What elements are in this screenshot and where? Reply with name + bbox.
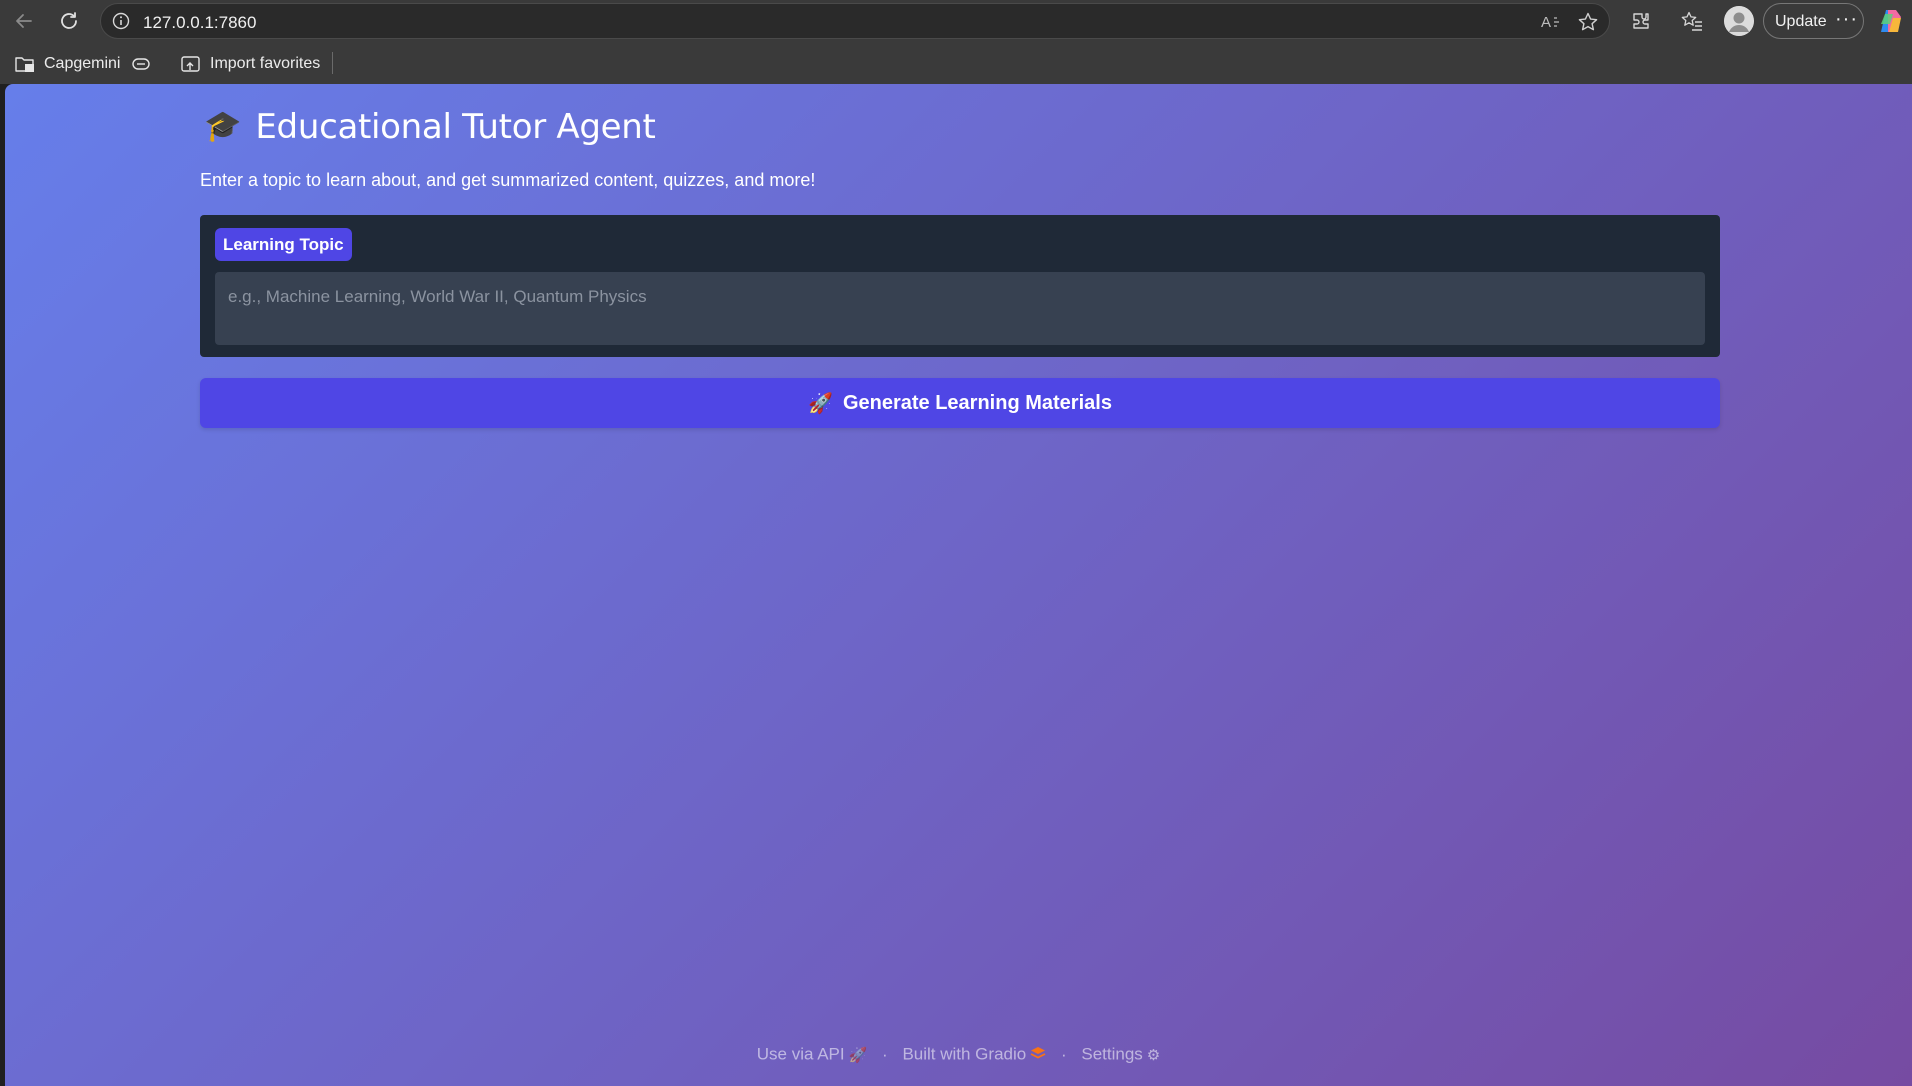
browser-toolbar: 127.0.0.1:7860 A Update ··· bbox=[0, 0, 1912, 42]
api-link-label: Use via API bbox=[756, 1044, 845, 1064]
gradio-link-label: Built with Gradio bbox=[902, 1044, 1027, 1064]
gear-icon: ⚙ bbox=[1146, 1046, 1161, 1064]
footer-separator: · bbox=[882, 1044, 888, 1064]
bookmark-capgemini[interactable]: Capgemini bbox=[14, 52, 120, 76]
site-info-icon[interactable] bbox=[111, 11, 131, 36]
import-icon bbox=[181, 56, 200, 72]
collections-icon bbox=[132, 58, 150, 70]
favorite-star-icon[interactable] bbox=[1576, 11, 1600, 33]
generate-button-label: Generate Learning Materials bbox=[842, 391, 1112, 414]
bookmark-label: Import favorites bbox=[210, 55, 321, 72]
back-icon[interactable] bbox=[8, 5, 40, 37]
topic-label: Learning Topic bbox=[215, 228, 352, 261]
generate-button[interactable]: 🚀 Generate Learning Materials bbox=[200, 378, 1720, 428]
page-subtitle: Enter a topic to learn about, and get su… bbox=[200, 170, 816, 190]
svg-text:A: A bbox=[1541, 14, 1551, 31]
address-bar[interactable]: 127.0.0.1:7860 A bbox=[100, 3, 1610, 39]
favorites-icon[interactable] bbox=[1676, 5, 1708, 37]
settings-link[interactable]: Settings ⚙ bbox=[1081, 1044, 1161, 1064]
page-title: Educational Tutor Agent bbox=[255, 107, 656, 147]
rocket-icon: 🚀 bbox=[848, 1046, 868, 1064]
update-label: Update bbox=[1775, 13, 1827, 30]
bookmarks-divider bbox=[332, 52, 333, 74]
update-button[interactable]: Update ··· bbox=[1763, 3, 1864, 39]
use-via-api-link[interactable]: Use via API 🚀 bbox=[756, 1044, 868, 1064]
profile-avatar[interactable] bbox=[1724, 6, 1754, 36]
topic-input[interactable] bbox=[215, 272, 1705, 345]
copilot-icon[interactable] bbox=[1877, 8, 1905, 34]
graduation-cap-icon: 🎓 bbox=[204, 110, 242, 143]
bookmarks-bar: Capgemini Import favorites bbox=[0, 42, 1912, 84]
footer: Use via API 🚀 · Built with Gradio · Setti… bbox=[5, 1044, 1912, 1065]
page-header: 🎓 Educational Tutor Agent bbox=[204, 105, 656, 149]
app-viewport: 🎓 Educational Tutor Agent Enter a topic … bbox=[5, 84, 1912, 1086]
bookmark-collections[interactable] bbox=[131, 52, 151, 76]
bookmark-label: Capgemini bbox=[44, 55, 121, 72]
url-text[interactable]: 127.0.0.1:7860 bbox=[143, 13, 256, 33]
built-with-gradio-link[interactable]: Built with Gradio bbox=[902, 1044, 1046, 1064]
rocket-icon: 🚀 bbox=[808, 392, 833, 415]
settings-link-label: Settings bbox=[1081, 1044, 1143, 1064]
more-menu-icon[interactable]: ··· bbox=[1835, 8, 1858, 31]
topic-input-block: Learning Topic bbox=[200, 215, 1720, 357]
read-aloud-icon[interactable]: A bbox=[1539, 11, 1563, 33]
refresh-icon[interactable] bbox=[53, 5, 85, 37]
bookmark-import-favorites[interactable]: Import favorites bbox=[180, 52, 320, 76]
gradio-logo-icon bbox=[1030, 1046, 1046, 1063]
folder-icon bbox=[15, 57, 34, 72]
extensions-icon[interactable] bbox=[1625, 5, 1657, 37]
footer-separator: · bbox=[1060, 1044, 1067, 1064]
